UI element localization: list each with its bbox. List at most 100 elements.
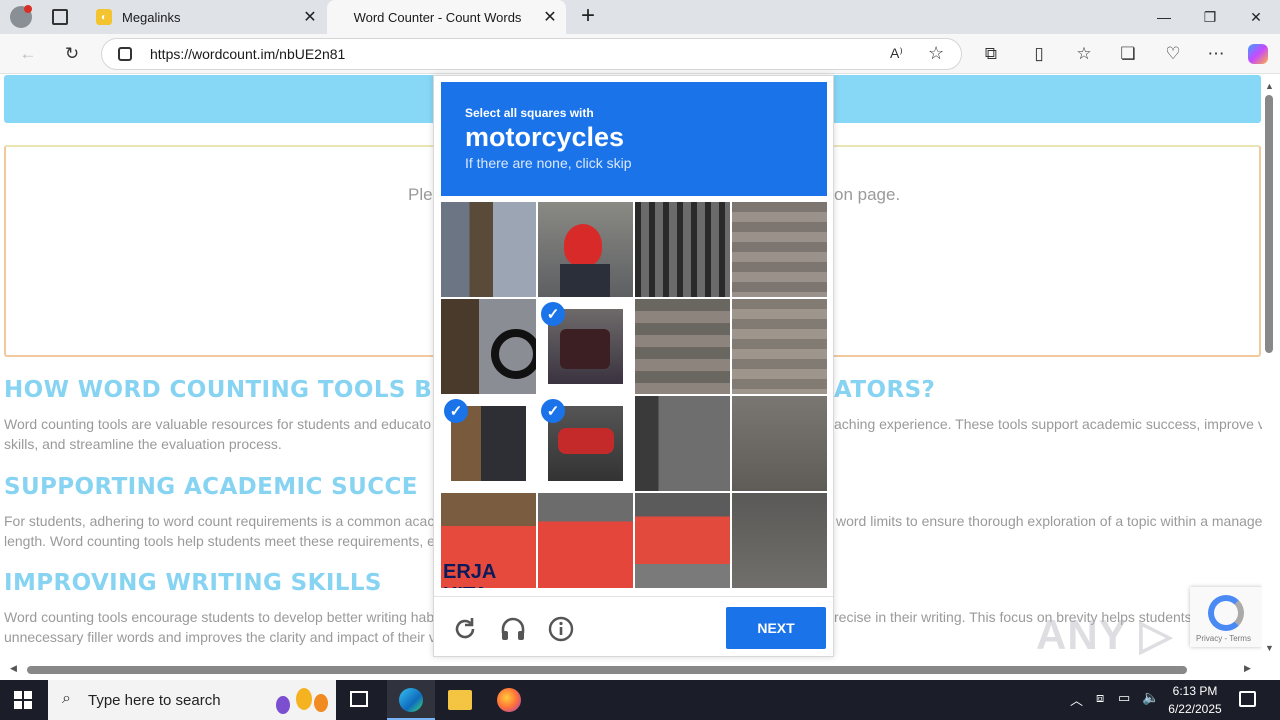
recaptcha-links[interactable]: Privacy - Terms (1196, 634, 1251, 643)
horizontal-scrollbar[interactable]: ◀ ▶ (0, 660, 1262, 680)
notice-text-left: Ple (408, 185, 433, 204)
captcha-tile-2[interactable] (538, 202, 633, 297)
captcha-tile-15[interactable] (635, 493, 730, 588)
captcha-challenge: Select all squares with motorcycles If t… (433, 75, 834, 657)
back-icon[interactable]: ← (14, 40, 42, 68)
new-tab-button[interactable]: + (576, 2, 600, 32)
captcha-tile-10[interactable]: ✓ (538, 396, 633, 491)
close-tab-icon[interactable]: ✕ (298, 5, 322, 29)
extensions-icon[interactable]: ⧉ (977, 40, 1005, 68)
taskbar: ⌕ Type here to search ︿ ⧈ ▭ 🔈 6:13 PM 6/… (0, 680, 1280, 720)
address-bar[interactable]: https://wordcount.im/nbUE2n81 A⁾ ☆ (101, 38, 962, 70)
captcha-tile-16[interactable] (732, 493, 827, 588)
captcha-tile-11[interactable] (635, 396, 730, 491)
tab-megalinks[interactable]: ◐ Megalinks ✕ (88, 0, 326, 34)
scroll-right-arrow-icon[interactable]: ▶ (1244, 663, 1251, 674)
reload-icon[interactable] (451, 615, 479, 643)
search-flowers-decoration (266, 684, 332, 718)
helmet-shape (564, 224, 602, 266)
captcha-tile-4[interactable] (732, 202, 827, 297)
site-info-icon[interactable] (118, 47, 132, 61)
firefox-icon[interactable] (497, 688, 521, 712)
tab-strip: ◐ Megalinks ✕ Word Counter - Count Words… (0, 0, 1280, 34)
clock-date[interactable]: 6/22/2025 (1164, 702, 1226, 716)
recaptcha-logo-icon (1208, 595, 1244, 631)
captcha-tile-9[interactable]: ✓ (441, 396, 536, 491)
paragraph-line: Word counting tools are valuable resourc… (4, 416, 431, 432)
restore-button[interactable]: ❐ (1187, 0, 1233, 34)
paragraph-line: unnecessary filler words and improves th… (4, 629, 436, 645)
read-aloud-icon[interactable]: A⁾ (890, 45, 903, 62)
paragraph-line: Word counting tools encourage students t… (4, 609, 435, 625)
show-hidden-icons-icon[interactable]: ︿ (1070, 690, 1083, 709)
captcha-tile-14[interactable] (538, 493, 633, 588)
url-text: https://wordcount.im/nbUE2n81 (150, 46, 346, 62)
edge-taskbar-icon[interactable] (387, 680, 435, 720)
copilot-icon[interactable] (1244, 40, 1272, 68)
paragraph-line: skills, and streamline the evaluation pr… (4, 436, 282, 452)
captcha-tile-12[interactable] (732, 396, 827, 491)
notice-text-right: on page. (834, 185, 901, 204)
captcha-tile-13[interactable]: ERJA KITA (441, 493, 536, 588)
search-icon: ⌕ (62, 690, 71, 707)
scroll-up-arrow-icon[interactable]: ▲ (1265, 81, 1274, 91)
file-explorer-icon[interactable] (448, 690, 472, 710)
favorites-icon[interactable]: ☆ (1070, 40, 1098, 68)
captcha-tile-5[interactable] (441, 299, 536, 394)
section-heading-left: IMPROVING WRITING SKILLS (4, 570, 382, 596)
favorite-star-icon[interactable]: ☆ (928, 43, 944, 64)
captcha-tile-3[interactable] (635, 202, 730, 297)
captcha-tile-6[interactable]: ✓ (538, 299, 633, 394)
tab-title: Megalinks (122, 9, 181, 25)
horizontal-scroll-thumb[interactable] (27, 666, 1187, 674)
megalinks-favicon-icon: ◐ (96, 9, 112, 25)
split-screen-icon[interactable]: ▯ (1025, 40, 1053, 68)
paragraph-line: word limits to ensure thorough explorati… (836, 513, 1262, 529)
clock-time[interactable]: 6:13 PM (1166, 684, 1224, 698)
profile-icon[interactable] (10, 5, 32, 28)
paragraph-line: aching experience. These tools support a… (834, 416, 1262, 432)
info-icon[interactable] (547, 615, 575, 643)
paragraph-line: For students, adhering to word count req… (4, 513, 435, 529)
audio-challenge-icon[interactable] (499, 615, 527, 643)
volume-icon[interactable]: 🔈 (1142, 689, 1159, 706)
windows-start-icon[interactable] (14, 691, 32, 709)
tab-word-counter[interactable]: Word Counter - Count Words ✕ (327, 0, 566, 34)
refresh-icon[interactable]: ↻ (58, 40, 86, 68)
selected-check-icon: ✓ (444, 399, 468, 423)
rider-body-shape (560, 264, 610, 297)
close-tab-icon[interactable]: ✕ (538, 5, 562, 29)
taskbar-search[interactable]: ⌕ Type here to search (48, 680, 336, 720)
scroll-down-arrow-icon[interactable]: ▼ (1265, 643, 1274, 653)
more-menu-icon[interactable]: ⋯ (1202, 40, 1230, 68)
browser-essentials-icon[interactable]: ♡ (1159, 40, 1187, 68)
minimize-button[interactable]: — (1141, 0, 1187, 34)
vertical-scroll-thumb[interactable] (1265, 95, 1273, 353)
section-heading-left: HOW WORD COUNTING TOOLS B (4, 377, 433, 403)
captcha-hint: If there are none, click skip (465, 155, 632, 171)
recaptcha-badge[interactable]: Privacy - Terms (1190, 587, 1262, 647)
section-heading-left: SUPPORTING ACADEMIC SUCCE (4, 474, 418, 500)
captcha-target: motorcycles (465, 122, 625, 152)
tab-title: Word Counter - Count Words (353, 9, 522, 25)
notification-icon[interactable] (1239, 691, 1256, 707)
selected-check-icon: ✓ (541, 399, 565, 423)
wifi-icon[interactable]: ▭ (1118, 690, 1130, 706)
captcha-instruction: Select all squares with (465, 106, 594, 120)
captcha-tile-8[interactable] (732, 299, 827, 394)
captcha-footer: NEXT (434, 596, 833, 658)
collections-icon[interactable]: ❏ (1114, 40, 1142, 68)
close-window-button[interactable]: ✕ (1233, 0, 1279, 34)
captcha-tile-1[interactable] (441, 202, 536, 297)
vertical-scrollbar[interactable]: ▲ ▼ (1262, 75, 1280, 660)
next-button[interactable]: NEXT (726, 607, 826, 649)
network-icon[interactable]: ⧈ (1096, 690, 1104, 706)
task-view-icon[interactable] (350, 691, 368, 707)
captcha-grid: ✓ ✓ ✓ ERJA KITA (441, 202, 827, 588)
captcha-header: Select all squares with motorcycles If t… (441, 82, 827, 196)
captcha-tile-7[interactable] (635, 299, 730, 394)
tab-actions-icon[interactable] (52, 9, 68, 25)
browser-toolbar: ← ↻ https://wordcount.im/nbUE2n81 A⁾ ☆ ⧉… (0, 34, 1280, 74)
scroll-left-arrow-icon[interactable]: ◀ (10, 663, 17, 674)
banner-text: ERJA KITA (443, 561, 496, 588)
